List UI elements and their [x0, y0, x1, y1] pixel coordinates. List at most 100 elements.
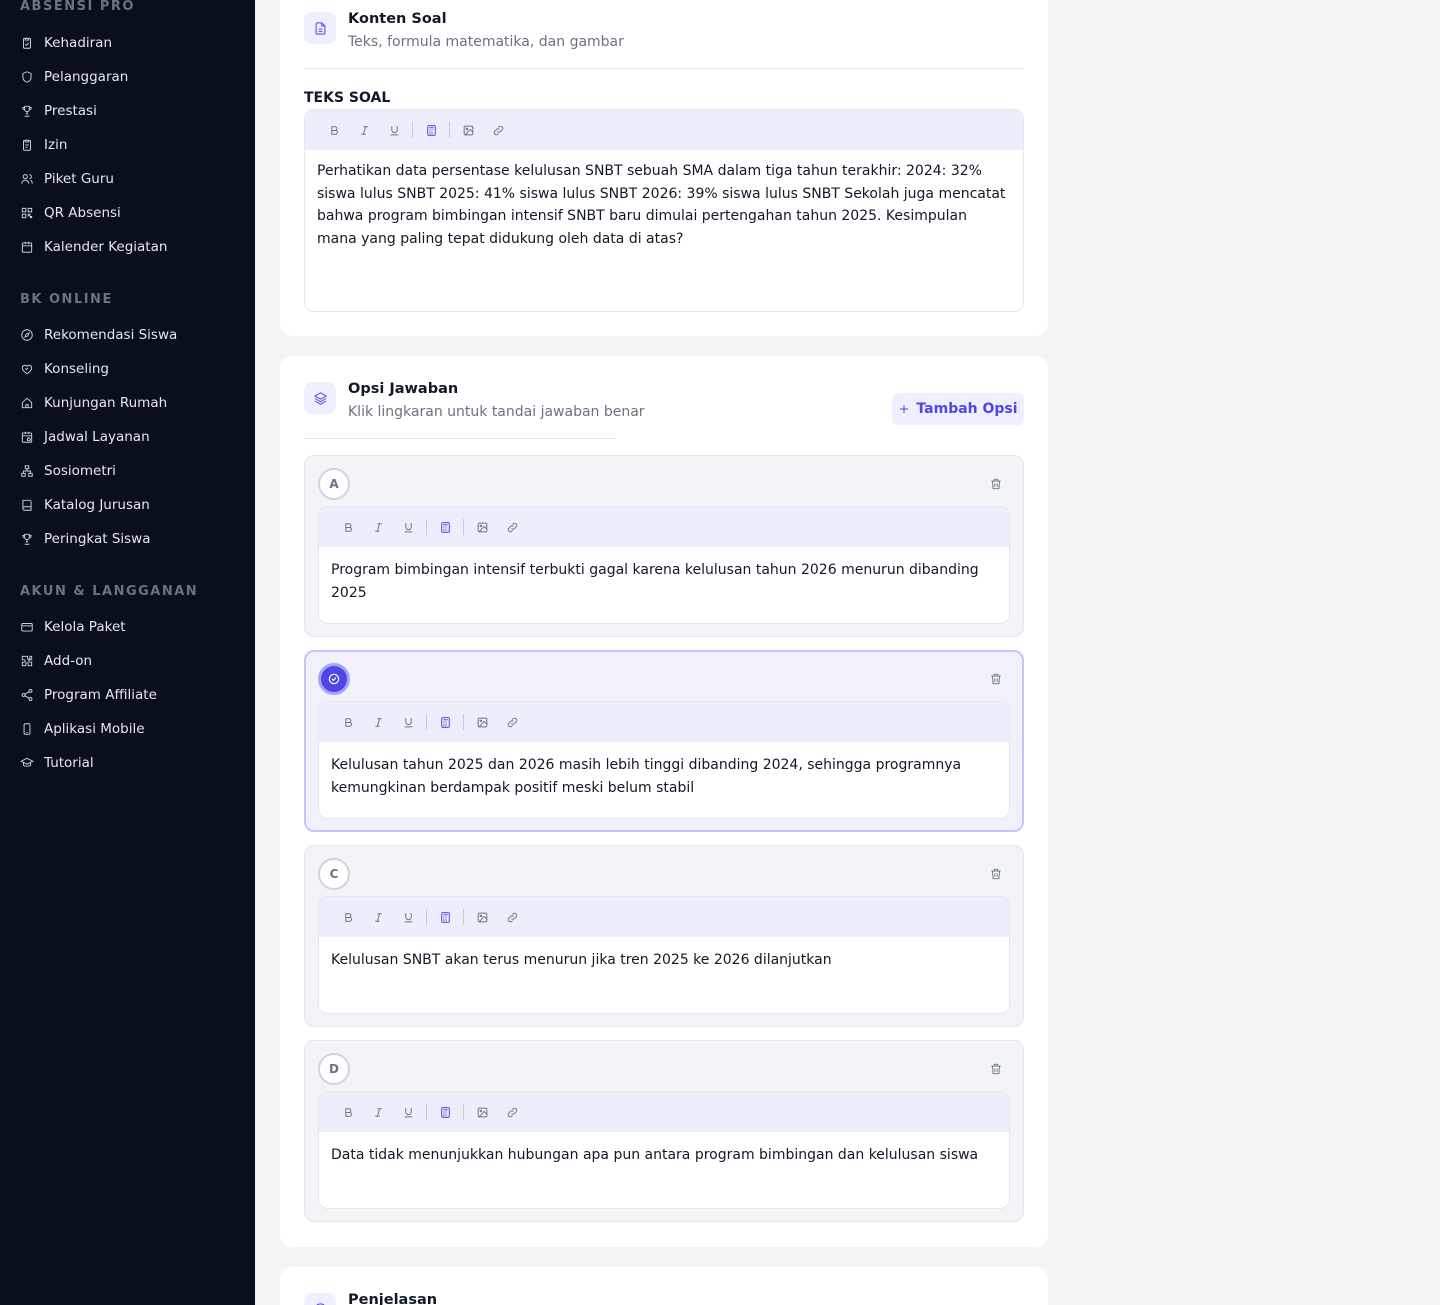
sidebar-item-label: Izin	[44, 137, 68, 153]
italic-icon[interactable]	[363, 512, 393, 542]
smartphone-icon	[20, 722, 34, 736]
trophy-icon	[20, 532, 34, 546]
question-text[interactable]: Perhatikan data persentase kelulusan SNB…	[305, 150, 1023, 262]
trash-icon[interactable]	[989, 476, 1005, 492]
sidebar-item-label: Peringkat Siswa	[44, 531, 151, 547]
image-icon[interactable]	[467, 902, 497, 932]
formula-icon[interactable]	[416, 115, 446, 145]
divider	[304, 68, 1024, 69]
trash-icon[interactable]	[989, 866, 1005, 882]
toolbar-separator	[426, 1104, 427, 1120]
sidebar-item-pelanggaran[interactable]: Pelanggaran	[20, 65, 128, 89]
sidebar-item-label: Prestasi	[44, 103, 97, 119]
sidebar-item-rekomendasi-siswa[interactable]: Rekomendasi Siswa	[20, 323, 177, 347]
italic-icon[interactable]	[363, 707, 393, 737]
sidebar-item-aplikasi-mobile[interactable]: Aplikasi Mobile	[20, 717, 145, 741]
card-title: Opsi Jawaban	[348, 381, 459, 397]
formula-icon[interactable]	[430, 1097, 460, 1127]
users-icon	[20, 172, 34, 186]
correct-answer-toggle[interactable]	[318, 663, 350, 695]
formula-icon[interactable]	[430, 512, 460, 542]
sidebar-brand: ABSENSI PRO	[20, 0, 135, 14]
option-text[interactable]: Data tidak menunjukkan hubungan apa pun …	[319, 1132, 1009, 1179]
toolbar-separator	[463, 909, 464, 925]
sidebar-item-prestasi[interactable]: Prestasi	[20, 99, 97, 123]
divider	[304, 438, 616, 439]
link-icon[interactable]	[497, 512, 527, 542]
underline-icon[interactable]	[393, 512, 423, 542]
sidebar-item-kehadiran[interactable]: Kehadiran	[20, 31, 112, 55]
sidebar-item-peringkat-siswa[interactable]: Peringkat Siswa	[20, 527, 151, 551]
underline-icon[interactable]	[393, 1097, 423, 1127]
option-editor[interactable]: Kelulusan tahun 2025 dan 2026 masih lebi…	[318, 701, 1010, 819]
option-editor[interactable]: Kelulusan SNBT akan terus menurun jika t…	[318, 896, 1010, 1014]
underline-icon[interactable]	[393, 707, 423, 737]
bold-icon[interactable]	[333, 1097, 363, 1127]
bold-icon[interactable]	[333, 512, 363, 542]
link-icon[interactable]	[497, 902, 527, 932]
add-option-button[interactable]: Tambah Opsi	[892, 393, 1024, 425]
image-icon[interactable]	[453, 115, 483, 145]
toolbar-separator	[449, 122, 450, 138]
toolbar-separator	[463, 519, 464, 535]
sidebar-item-katalog-jurusan[interactable]: Katalog Jurusan	[20, 493, 150, 517]
link-icon[interactable]	[497, 707, 527, 737]
question-editor[interactable]: Perhatikan data persentase kelulusan SNB…	[304, 109, 1024, 312]
sidebar-section-title: BK ONLINE	[20, 292, 113, 307]
sidebar-item-tutorial[interactable]: Tutorial	[20, 751, 94, 775]
sidebar-item-kelola-paket[interactable]: Kelola Paket	[20, 615, 126, 639]
sidebar: ABSENSI PRO Kehadiran Pelanggaran Prestasi…	[0, 0, 255, 1305]
sidebar-item-qr-absensi[interactable]: QR Absensi	[20, 201, 121, 225]
sidebar-item-kunjungan-rumah[interactable]: Kunjungan Rumah	[20, 391, 167, 415]
editor-toolbar	[305, 110, 1023, 150]
formula-icon[interactable]	[430, 902, 460, 932]
shield-icon	[20, 70, 34, 84]
image-icon[interactable]	[467, 512, 497, 542]
sidebar-item-label: Katalog Jurusan	[44, 497, 150, 513]
sidebar-item-label: Add-on	[44, 653, 93, 669]
sidebar-item-sosiometri[interactable]: Sosiometri	[20, 459, 116, 483]
underline-icon[interactable]	[379, 115, 409, 145]
sidebar-item-label: Jadwal Layanan	[44, 429, 150, 445]
answer-option-a: A Program bimbingan intensif terbukti gag…	[304, 455, 1024, 637]
sidebar-item-label: Konseling	[44, 361, 109, 377]
trash-icon[interactable]	[989, 671, 1005, 687]
sidebar-item-label: Rekomendasi Siswa	[44, 327, 178, 343]
sidebar-item-piket-guru[interactable]: Piket Guru	[20, 167, 114, 191]
sidebar-item-label: Program Affiliate	[44, 687, 157, 703]
option-text[interactable]: Program bimbingan intensif terbukti gaga…	[319, 547, 1009, 616]
sidebar-item-izin[interactable]: Izin	[20, 133, 67, 157]
image-icon[interactable]	[467, 1097, 497, 1127]
bold-icon[interactable]	[333, 707, 363, 737]
italic-icon[interactable]	[363, 1097, 393, 1127]
sidebar-item-kalender-kegiatan[interactable]: Kalender Kegiatan	[20, 235, 167, 259]
option-editor[interactable]: Program bimbingan intensif terbukti gaga…	[318, 506, 1010, 624]
bold-icon[interactable]	[333, 902, 363, 932]
image-icon[interactable]	[467, 707, 497, 737]
underline-icon[interactable]	[393, 902, 423, 932]
sidebar-item-add-on[interactable]: Add-on	[20, 649, 92, 673]
trash-icon[interactable]	[989, 1061, 1005, 1077]
option-editor[interactable]: Data tidak menunjukkan hubungan apa pun …	[318, 1091, 1010, 1209]
formula-icon[interactable]	[430, 707, 460, 737]
option-text[interactable]: Kelulusan SNBT akan terus menurun jika t…	[319, 937, 1009, 984]
answer-toggle[interactable]: C	[318, 858, 350, 890]
content-card: Konten Soal Teks, formula matematika, da…	[280, 0, 1048, 336]
answer-toggle[interactable]: D	[318, 1053, 350, 1085]
toolbar-separator	[426, 714, 427, 730]
editor-toolbar	[319, 507, 1009, 547]
answer-toggle[interactable]: A	[318, 468, 350, 500]
sidebar-item-konseling[interactable]: Konseling	[20, 357, 109, 381]
option-letter: A	[329, 477, 339, 491]
sidebar-item-jadwal-layanan[interactable]: Jadwal Layanan	[20, 425, 150, 449]
card-subtitle: Klik lingkaran untuk tandai jawaban bena…	[348, 404, 645, 420]
sidebar-item-program-affiliate[interactable]: Program Affiliate	[20, 683, 157, 707]
link-icon[interactable]	[483, 115, 513, 145]
italic-icon[interactable]	[363, 902, 393, 932]
italic-icon[interactable]	[349, 115, 379, 145]
option-text[interactable]: Kelulusan tahun 2025 dan 2026 masih lebi…	[319, 742, 1009, 811]
editor-toolbar	[319, 1092, 1009, 1132]
bold-icon[interactable]	[319, 115, 349, 145]
toolbar-separator	[426, 519, 427, 535]
link-icon[interactable]	[497, 1097, 527, 1127]
